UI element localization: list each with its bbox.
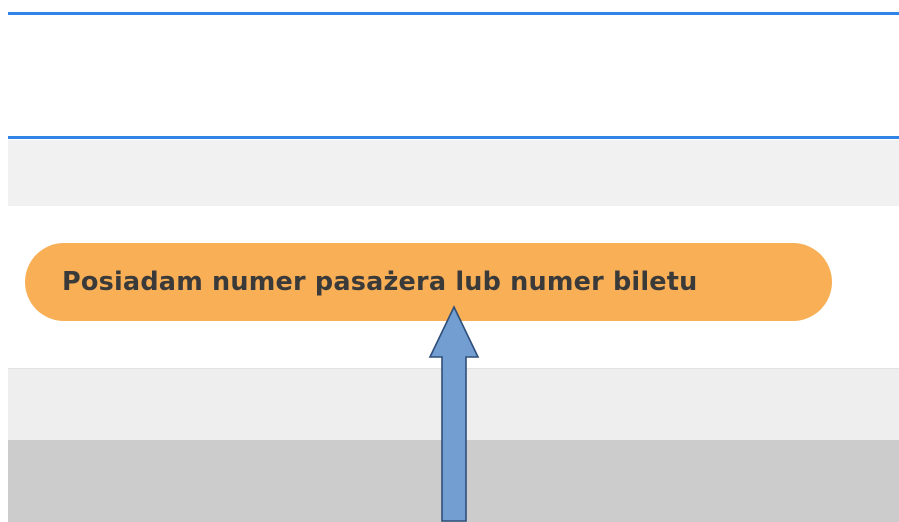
section-divider xyxy=(8,136,899,139)
gray-band xyxy=(8,140,899,206)
arrow-up-icon xyxy=(428,305,480,522)
page: Posiadam numer pasażera lub numer biletu xyxy=(0,0,899,522)
top-divider xyxy=(8,12,899,15)
